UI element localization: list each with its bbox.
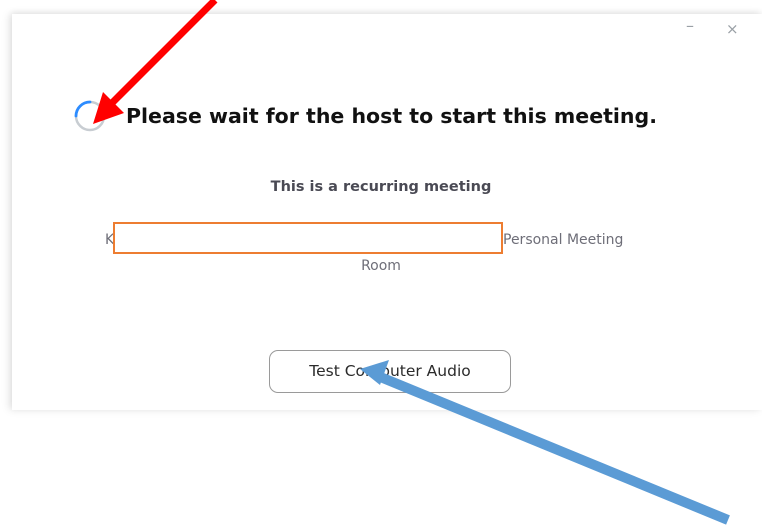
meeting-name-suffix-line2: Room — [361, 258, 401, 274]
meeting-name-suffix: Personal Meeting — [503, 232, 624, 248]
status-title: Please wait for the host to start this m… — [126, 104, 657, 128]
redaction-box — [113, 222, 503, 254]
loading-spinner-icon — [74, 100, 106, 132]
test-computer-audio-button[interactable]: Test Computer Audio — [269, 350, 511, 393]
recurring-meeting-label: This is a recurring meeting — [270, 179, 492, 195]
close-button[interactable]: × — [726, 22, 739, 37]
minimize-button[interactable]: – — [686, 18, 694, 34]
